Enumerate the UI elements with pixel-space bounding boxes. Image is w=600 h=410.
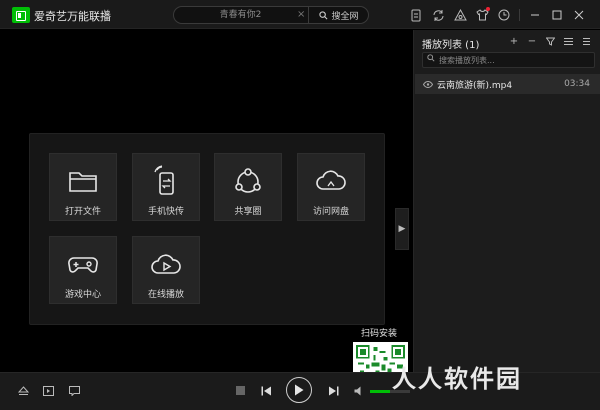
cloud-play-icon xyxy=(151,254,181,274)
collapse-sidebar-button[interactable]: ▶ xyxy=(395,208,409,250)
playlist-sidebar: 播放列表 (1) + − 云南旅游(新).mp4 03:3 xyxy=(413,30,600,372)
filter-icon[interactable] xyxy=(544,35,556,47)
tile-label: 访问网盘 xyxy=(312,207,349,217)
search-input[interactable] xyxy=(174,7,307,23)
open-file-tile[interactable]: 打开文件 xyxy=(49,153,117,221)
close-icon[interactable] xyxy=(568,7,590,23)
add-icon[interactable]: + xyxy=(508,35,520,47)
share-circle-tile[interactable]: 共享圈 xyxy=(214,153,282,221)
phone-transfer-tile[interactable]: 手机快传 xyxy=(132,153,200,221)
search-button[interactable]: 搜全网 xyxy=(308,6,369,24)
chevron-right-icon: ▶ xyxy=(398,224,406,234)
search-button-label: 搜全网 xyxy=(331,11,359,22)
more-icon[interactable] xyxy=(580,35,592,47)
play-button[interactable] xyxy=(286,377,312,403)
clear-icon[interactable]: × xyxy=(297,9,305,20)
game-center-tile[interactable]: 游戏中心 xyxy=(49,236,117,304)
screen-icon[interactable] xyxy=(42,385,54,397)
maximize-icon[interactable] xyxy=(546,7,568,23)
phone-transfer-icon xyxy=(154,165,174,195)
quick-access-panel: 打开文件 手机快传 共享圈 访问网盘 游戏中心 在线播放 xyxy=(29,133,385,325)
eye-icon xyxy=(423,80,433,88)
playlist-search xyxy=(422,52,595,68)
watermark-text: 人人软件园 xyxy=(392,365,522,393)
title-bar: 爱奇艺万能联播 ∨ × 搜全网 xyxy=(0,0,600,29)
titlebar-icons xyxy=(405,7,590,23)
playlist-title: 播放列表 (1) xyxy=(422,40,480,51)
playlist-toolbar: + − xyxy=(508,35,592,47)
playlist-search-input[interactable] xyxy=(439,53,589,67)
search-icon xyxy=(427,54,435,65)
search-icon xyxy=(319,10,328,19)
search-box: × 搜全网 xyxy=(173,6,369,24)
sync-icon[interactable] xyxy=(427,7,449,23)
list-icon[interactable] xyxy=(562,35,574,47)
tile-label: 游戏中心 xyxy=(64,290,101,300)
minimize-icon[interactable] xyxy=(524,7,546,23)
cloud-drive-tile[interactable]: 访问网盘 xyxy=(297,153,365,221)
phone-icon[interactable] xyxy=(405,7,427,23)
tile-label: 在线播放 xyxy=(147,290,184,300)
shirt-icon[interactable] xyxy=(471,7,493,23)
next-icon xyxy=(328,386,338,396)
remove-icon[interactable]: − xyxy=(526,35,538,47)
cloud-icon xyxy=(316,170,346,190)
stop-button[interactable] xyxy=(236,386,245,395)
gamepad-icon xyxy=(68,257,98,273)
app-window: 爱奇艺万能联播 ∨ × 搜全网 xyxy=(0,0,600,410)
iqiyi-logo-icon[interactable] xyxy=(12,7,30,23)
video-area[interactable]: 打开文件 手机快传 共享圈 访问网盘 游戏中心 在线播放 扫码安装 ▶ xyxy=(0,30,413,397)
skin-icon[interactable] xyxy=(449,7,471,23)
tile-label: 打开文件 xyxy=(64,207,101,217)
next-button[interactable] xyxy=(326,384,340,398)
notification-dot xyxy=(486,7,490,11)
playlist-item-duration: 03:34 xyxy=(564,79,590,89)
volume-icon[interactable] xyxy=(352,384,366,398)
playlist-item[interactable]: 云南旅游(新).mp4 03:34 xyxy=(415,74,600,94)
eject-icon[interactable] xyxy=(17,385,29,397)
titlebar-divider xyxy=(519,9,520,21)
subtitle-icon[interactable] xyxy=(68,385,80,397)
app-title: 爱奇艺万能联播 xyxy=(34,10,111,23)
play-icon xyxy=(295,384,304,396)
volume-fill xyxy=(370,390,390,393)
share-circle-icon xyxy=(235,168,261,193)
chevron-down-icon[interactable]: ∨ xyxy=(103,8,110,18)
previous-button[interactable] xyxy=(259,384,273,398)
tile-label: 共享圈 xyxy=(234,207,262,217)
qr-label: 扫码安装 xyxy=(361,329,398,339)
online-play-tile[interactable]: 在线播放 xyxy=(132,236,200,304)
folder-icon xyxy=(69,172,97,192)
clock-icon[interactable] xyxy=(493,7,515,23)
tile-label: 手机快传 xyxy=(147,207,184,217)
previous-icon xyxy=(261,386,271,396)
playlist-item-name: 云南旅游(新).mp4 xyxy=(437,80,513,91)
